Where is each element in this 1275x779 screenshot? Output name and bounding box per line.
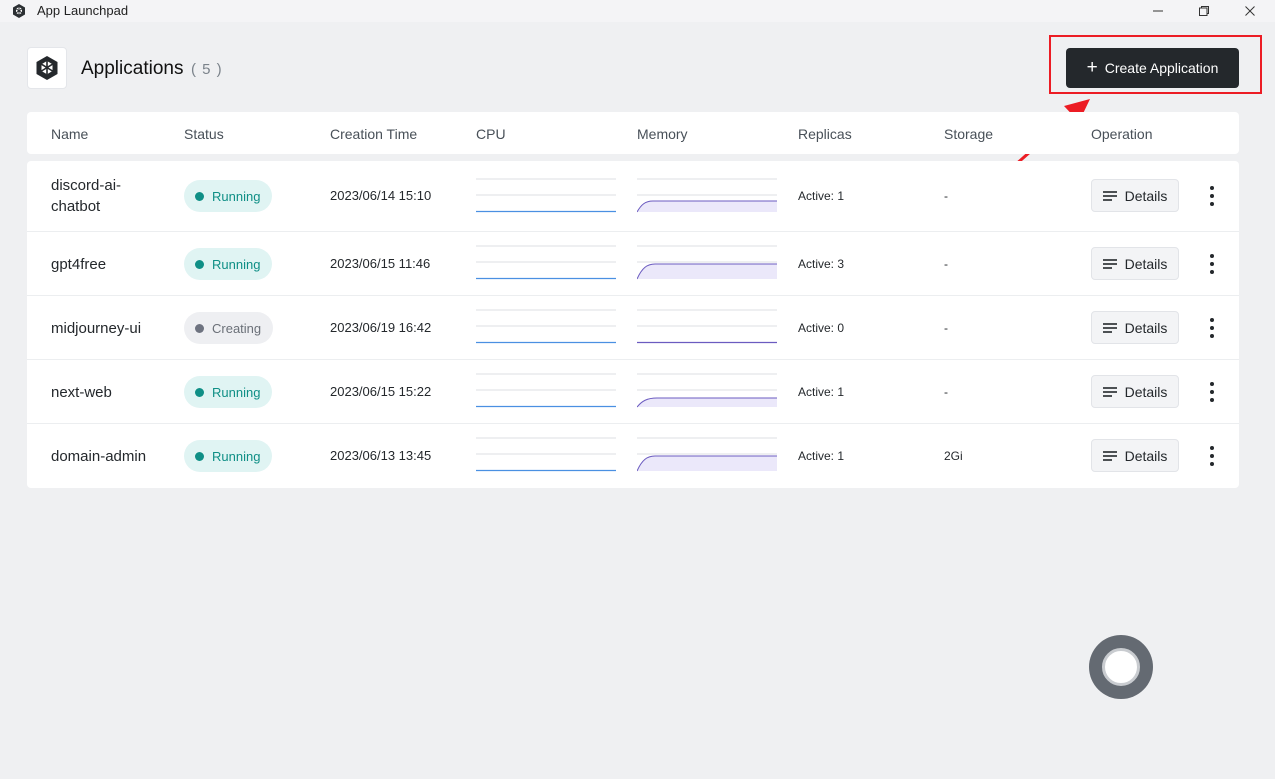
window-title: App Launchpad (37, 3, 129, 18)
app-name[interactable]: gpt4free (51, 254, 151, 275)
applications-table: discord-ai-chatbot Running 2023/06/14 15… (27, 161, 1239, 488)
title-bar: App Launchpad (0, 0, 1275, 22)
app-name[interactable]: domain-admin (51, 446, 171, 467)
details-button[interactable]: Details (1091, 311, 1179, 344)
storage-value: - (944, 321, 948, 335)
status-label: Running (212, 384, 261, 400)
memory-usage-chart (637, 437, 777, 472)
status-dot-icon (195, 323, 204, 333)
status-dot-icon (195, 191, 204, 201)
column-header-operation: Operation (1091, 126, 1153, 142)
column-header-storage[interactable]: Storage (944, 126, 993, 142)
status-dot-icon (195, 451, 204, 461)
creation-time: 2023/06/14 15:10 (330, 188, 432, 203)
menu-lines-icon (1102, 190, 1117, 201)
more-options-icon[interactable] (1205, 318, 1219, 338)
create-application-button[interactable]: + Create Application (1066, 48, 1239, 88)
status-badge: Creating (184, 312, 274, 344)
table-row[interactable]: next-web Running 2023/06/15 15:22 Active… (27, 360, 1239, 424)
column-header-memory[interactable]: Memory (637, 126, 688, 142)
plus-icon: + (1086, 56, 1098, 78)
status-badge: Running (184, 440, 273, 472)
details-label: Details (1124, 319, 1168, 336)
app-name[interactable]: discord-ai-chatbot (51, 175, 151, 217)
minimize-icon (1153, 10, 1163, 12)
app-logo-icon (13, 4, 25, 18)
status-badge: Running (184, 248, 273, 280)
replicas-count: Active: 3 (798, 257, 845, 271)
create-application-label: Create Application (1104, 60, 1219, 76)
status-badge: Running (184, 376, 273, 408)
table-row[interactable]: gpt4free Running 2023/06/15 11:46 Active… (27, 232, 1239, 296)
details-button[interactable]: Details (1091, 247, 1179, 280)
more-options-icon[interactable] (1205, 382, 1219, 402)
app-name[interactable]: next-web (51, 382, 151, 403)
creation-time: 2023/06/15 15:22 (330, 384, 432, 399)
storage-value: - (944, 257, 948, 271)
status-dot-icon (195, 387, 204, 397)
storage-value: 2Gi (944, 449, 963, 463)
replicas-count: Active: 1 (798, 385, 845, 399)
table-row[interactable]: discord-ai-chatbot Running 2023/06/14 15… (27, 161, 1239, 232)
more-options-icon[interactable] (1205, 186, 1219, 206)
page-title: Applications (81, 58, 184, 79)
replicas-count: Active: 1 (798, 189, 845, 203)
column-header-name[interactable]: Name (51, 126, 88, 142)
cpu-usage-chart (476, 309, 616, 344)
status-label: Running (212, 256, 261, 272)
details-button[interactable]: Details (1091, 179, 1179, 212)
details-label: Details (1124, 255, 1168, 272)
cpu-usage-chart (476, 373, 616, 408)
status-label: Creating (212, 320, 262, 336)
applications-logo (27, 47, 67, 89)
close-button[interactable] (1227, 0, 1273, 22)
restore-icon (1199, 6, 1209, 16)
status-label: Running (212, 188, 261, 204)
status-badge: Running (184, 180, 273, 212)
cpu-usage-chart (476, 178, 616, 213)
creation-time: 2023/06/13 13:45 (330, 448, 432, 463)
menu-lines-icon (1102, 258, 1117, 269)
memory-usage-chart (637, 309, 777, 344)
storage-value: - (944, 189, 948, 203)
maximize-button[interactable] (1181, 0, 1227, 22)
minimize-button[interactable] (1135, 0, 1181, 22)
table-row[interactable]: midjourney-ui Creating 2023/06/19 16:42 … (27, 296, 1239, 360)
creation-time: 2023/06/19 16:42 (330, 320, 432, 335)
menu-lines-icon (1102, 386, 1117, 397)
hexagon-cube-icon (36, 56, 58, 80)
table-row[interactable]: domain-admin Running 2023/06/13 13:45 Ac… (27, 424, 1239, 488)
column-header-replicas[interactable]: Replicas (798, 126, 852, 142)
replicas-count: Active: 1 (798, 449, 845, 463)
memory-usage-chart (637, 373, 777, 408)
storage-value: - (944, 385, 948, 399)
column-header-cpu[interactable]: CPU (476, 126, 506, 142)
memory-usage-chart (637, 245, 777, 280)
close-icon (1245, 6, 1255, 16)
details-button[interactable]: Details (1091, 439, 1179, 472)
more-options-icon[interactable] (1205, 446, 1219, 466)
replicas-count: Active: 0 (798, 321, 845, 335)
application-count: ( 5 ) (191, 61, 223, 78)
circle-icon (1102, 648, 1140, 686)
status-label: Running (212, 448, 261, 464)
details-label: Details (1124, 383, 1168, 400)
details-label: Details (1124, 447, 1168, 464)
details-button[interactable]: Details (1091, 375, 1179, 408)
details-label: Details (1124, 187, 1168, 204)
menu-lines-icon (1102, 322, 1117, 333)
column-header-creation-time[interactable]: Creation Time (330, 126, 417, 142)
table-header: Name Status Creation Time CPU Memory Rep… (27, 112, 1239, 154)
status-dot-icon (195, 259, 204, 269)
more-options-icon[interactable] (1205, 254, 1219, 274)
memory-usage-chart (637, 178, 777, 213)
creation-time: 2023/06/15 11:46 (330, 256, 431, 271)
app-name[interactable]: midjourney-ui (51, 318, 171, 339)
floating-assistive-button[interactable] (1089, 635, 1153, 699)
cpu-usage-chart (476, 437, 616, 472)
cpu-usage-chart (476, 245, 616, 280)
menu-lines-icon (1102, 450, 1117, 461)
column-header-status[interactable]: Status (184, 126, 224, 142)
